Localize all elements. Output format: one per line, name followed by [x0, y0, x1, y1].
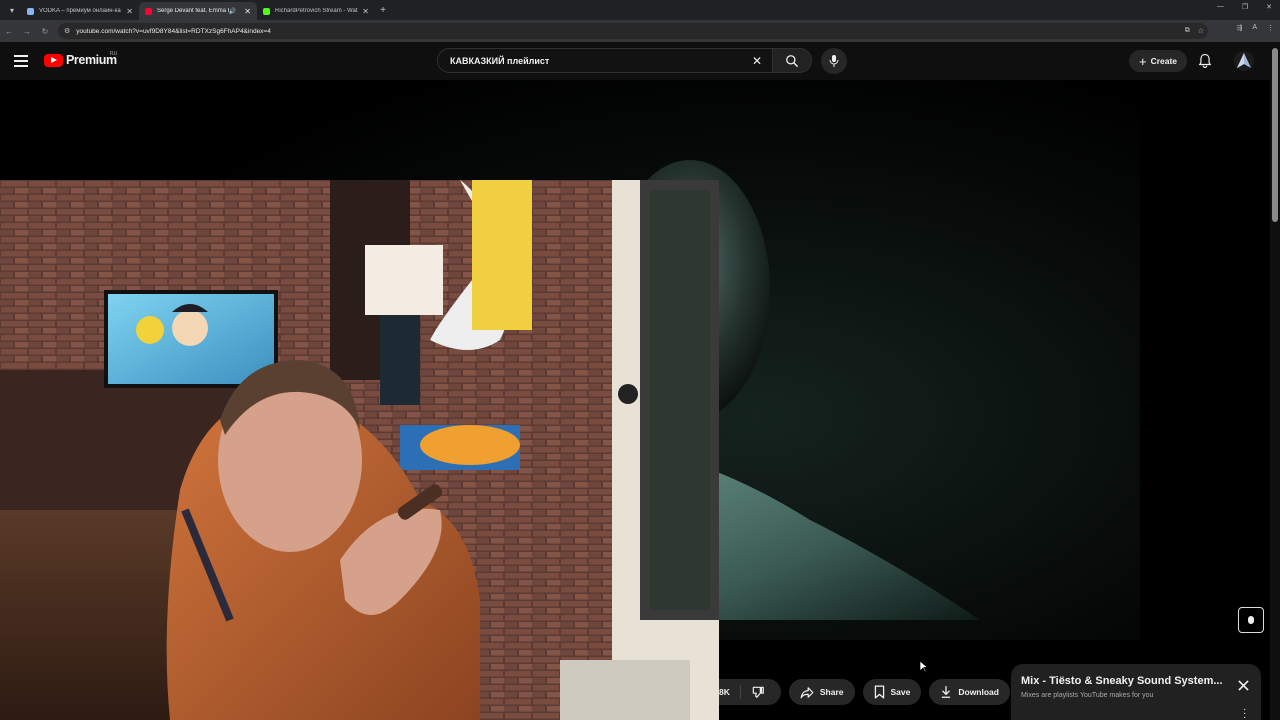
search-icon [786, 54, 798, 67]
close-icon[interactable] [1238, 678, 1249, 696]
tab-title: Serge Devant feat. Emma H [157, 8, 229, 14]
tab-favicon [27, 7, 34, 15]
site-info-icon[interactable]: ⚙ [64, 27, 70, 35]
close-icon[interactable]: ✕ [126, 7, 133, 16]
video-player[interactable] [0, 80, 1270, 720]
share-label: Share [819, 687, 844, 697]
youtube-premium-logo[interactable]: Premium RU [44, 51, 118, 67]
download-label: Download [958, 687, 999, 697]
tab-search-button[interactable]: ▾ [3, 3, 21, 17]
browser-toolbar: ← → ↻ ⚙ youtube.com/watch?v=uvf9D8Y84&li… [0, 20, 1280, 42]
bookmark-star-icon[interactable]: ☆ [1198, 27, 1204, 35]
like-dislike-group: 8K [719, 679, 781, 705]
bookmark-icon [874, 685, 884, 699]
youtube-masthead: Premium RU КАВКАЗКИЙ плейлист ✕ + Create [0, 42, 1270, 80]
browser-tabstrip: ▾ VODKA – премиум онлайн-ка ✕ Serge Deva… [0, 0, 1280, 20]
download-icon [942, 686, 951, 698]
speaker-icon[interactable]: 🔊 [229, 8, 236, 15]
share-icon [800, 686, 814, 698]
minimize-icon[interactable]: — [1217, 3, 1224, 11]
tab-title: RichardPetrovich Stream - Wat [275, 8, 358, 14]
cast-icon[interactable]: ⇶ [1236, 24, 1242, 32]
youtube-favicon [145, 7, 152, 15]
extension-icon[interactable]: A [1252, 24, 1257, 32]
window-controls: — ❐ ✕ [1217, 3, 1272, 11]
video-actions-bar: 8K Share Save Download [719, 678, 1044, 706]
scrollbar-thumb[interactable] [1272, 48, 1278, 222]
like-count[interactable]: 8K [719, 685, 741, 699]
search-input[interactable]: КАВКАЗКИЙ плейлист [450, 56, 752, 66]
search-button[interactable] [772, 48, 812, 73]
avatar[interactable] [1234, 51, 1254, 71]
microphone-icon [829, 55, 839, 67]
new-tab-button[interactable]: + [375, 5, 391, 16]
youtube-play-icon [44, 53, 63, 67]
share-button[interactable]: Share [788, 679, 855, 705]
close-icon[interactable]: ✕ [244, 7, 251, 16]
notifications-bell-icon[interactable] [1198, 53, 1212, 74]
close-icon[interactable]: ✕ [362, 7, 369, 16]
voice-search-button[interactable] [821, 48, 847, 74]
omnibox-actions: ⧉ ☆ [1185, 23, 1204, 39]
search-box[interactable]: КАВКАЗКИЙ плейлист ✕ [437, 48, 773, 73]
browser-tab-1[interactable]: VODKA – премиум онлайн-ка ✕ [21, 2, 139, 20]
ambient-mode-button[interactable] [1238, 607, 1264, 633]
browser-menu-icon[interactable]: ⋮ [1267, 24, 1274, 32]
forward-icon[interactable]: → [18, 27, 36, 36]
playlist-menu-icon[interactable]: · · · [1243, 705, 1246, 720]
browser-tab-2[interactable]: Serge Devant feat. Emma H 🔊 ✕ [139, 2, 257, 20]
country-code: RU [110, 51, 118, 57]
download-button[interactable]: Download [929, 679, 1010, 705]
mouse-cursor-icon [919, 660, 929, 678]
create-label: Create [1150, 56, 1178, 66]
clear-search-icon[interactable]: ✕ [752, 54, 762, 68]
plus-icon: + [1138, 53, 1147, 69]
dislike-icon[interactable] [751, 685, 765, 699]
mix-playlist-panel[interactable]: Mix - Tiësto & Sneaky Sound System... Mi… [1011, 664, 1261, 720]
restore-icon[interactable]: ❐ [1242, 3, 1248, 11]
hand-icon [1248, 616, 1254, 624]
guide-menu-icon[interactable] [14, 55, 28, 70]
tab-title: VODKA – премиум онлайн-ка [39, 8, 121, 14]
kick-favicon [263, 7, 270, 15]
back-icon[interactable]: ← [0, 27, 18, 36]
browser-tab-3[interactable]: RichardPetrovich Stream - Wat ✕ [257, 2, 375, 20]
toolbar-extensions: ⇶ A ⋮ [1236, 24, 1274, 32]
save-label: Save [890, 687, 911, 697]
open-in-app-icon[interactable]: ⧉ [1185, 27, 1190, 35]
mix-title[interactable]: Mix - Tiësto & Sneaky Sound System... [1021, 675, 1231, 687]
webcam-scene [0, 180, 719, 720]
page-scrollbar[interactable] [1270, 42, 1280, 720]
close-window-icon[interactable]: ✕ [1266, 3, 1272, 11]
save-button[interactable]: Save [862, 679, 922, 705]
address-bar[interactable]: ⚙ youtube.com/watch?v=uvf9D8Y84&list=RDT… [58, 23, 1208, 39]
url-text: youtube.com/watch?v=uvf9D8Y84&list=RDTXz… [76, 27, 271, 35]
screen: ▾ VODKA – премиум онлайн-ка ✕ Serge Deva… [0, 0, 1280, 720]
create-button[interactable]: + Create [1129, 50, 1187, 72]
reload-icon[interactable]: ↻ [36, 27, 54, 36]
streamer-webcam-overlay [0, 180, 719, 720]
mix-subtitle: Mixes are playlists YouTube makes for yo… [1021, 692, 1154, 699]
